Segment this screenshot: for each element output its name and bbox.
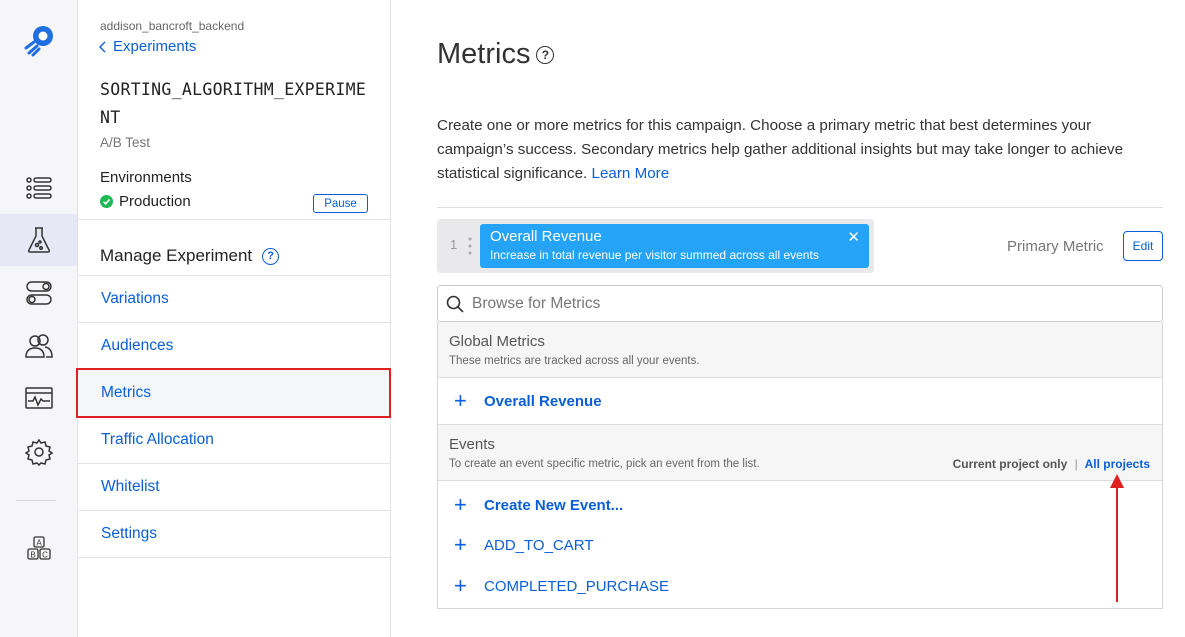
- list-item[interactable]: + ADD_TO_CART: [438, 525, 1162, 565]
- content-divider: [437, 207, 1163, 208]
- filter-all-projects[interactable]: All projects: [1085, 457, 1150, 471]
- close-icon[interactable]: ✕: [847, 228, 860, 246]
- manage-experiment-heading: Manage Experiment ?: [100, 246, 280, 266]
- check-circle-icon: [100, 195, 113, 208]
- create-event-label: Create New Event...: [484, 496, 624, 514]
- project-name: addison_bancroft_backend: [100, 19, 245, 33]
- experiment-sidebar: addison_bancroft_backend Experiments SOR…: [76, 0, 391, 637]
- global-metrics-header: Global Metrics These metrics are tracked…: [438, 322, 1162, 378]
- nav-settings[interactable]: Settings: [78, 511, 390, 558]
- event-label: ADD_TO_CART: [484, 536, 594, 554]
- nav-audiences[interactable]: Audiences: [78, 323, 390, 370]
- toggles-icon[interactable]: [0, 267, 77, 319]
- abc-blocks-icon[interactable]: A B C: [0, 523, 77, 575]
- nav-metrics[interactable]: Metrics: [78, 370, 390, 417]
- edit-button[interactable]: Edit: [1123, 231, 1163, 261]
- main-content: Metrics ? Create one or more metrics for…: [391, 0, 1185, 637]
- metrics-search: [437, 285, 1163, 322]
- manage-label: Manage Experiment: [100, 246, 253, 265]
- list-item[interactable]: + COMPLETED_PURCHASE: [438, 566, 1162, 606]
- plus-icon: +: [454, 492, 467, 517]
- environments-label: Environments: [100, 169, 192, 186]
- search-input[interactable]: [472, 294, 1152, 313]
- help-icon[interactable]: ?: [536, 45, 555, 64]
- primary-metric-label: Primary Metric: [1007, 238, 1104, 255]
- section-subtitle: These metrics are tracked across all you…: [449, 355, 700, 367]
- metric-label: Overall Revenue: [484, 392, 602, 410]
- svg-text:C: C: [42, 551, 48, 560]
- section-title: Events: [449, 436, 495, 453]
- experiment-name: SORTING_ALGORITHM_EXPERIMENT: [100, 80, 367, 127]
- page-title: Metrics ?: [437, 38, 555, 71]
- filter-current-project[interactable]: Current project only: [953, 457, 1068, 471]
- logo-icon[interactable]: [22, 22, 58, 58]
- filter-separator: |: [1074, 457, 1078, 471]
- icon-rail: A B C: [0, 0, 78, 637]
- flask-icon[interactable]: [0, 214, 77, 266]
- metric-index: 1: [450, 237, 458, 252]
- rail-divider: [16, 500, 56, 501]
- sidebar-divider: [78, 219, 390, 220]
- app: A B C addison_bancroft_backend Experimen…: [0, 0, 1185, 637]
- environment-status: Production: [100, 193, 191, 210]
- svg-text:A: A: [36, 539, 42, 548]
- back-label: Experiments: [113, 38, 197, 55]
- audiences-icon[interactable]: [0, 320, 77, 372]
- plus-icon: +: [454, 573, 467, 598]
- primary-metric-slot: 1 Overall Revenue Increase in total reve…: [437, 219, 874, 273]
- drag-handle-icon[interactable]: [467, 236, 473, 256]
- svg-text:B: B: [30, 551, 35, 560]
- experiment-type: A/B Test: [100, 135, 151, 150]
- metrics-dropdown: Global Metrics These metrics are tracked…: [437, 322, 1163, 609]
- chevron-left-icon: [99, 41, 106, 52]
- monitor-icon[interactable]: [0, 372, 77, 424]
- primary-metric-name: Overall Revenue: [490, 228, 602, 245]
- annotation-arrow-icon: [1110, 474, 1124, 602]
- list-item[interactable]: + Overall Revenue: [438, 378, 1162, 425]
- primary-metric-chip[interactable]: Overall Revenue Increase in total revenu…: [480, 224, 869, 268]
- project-filter: Current project only | All projects: [953, 457, 1150, 471]
- nav-variations[interactable]: Variations: [78, 276, 390, 323]
- event-label: COMPLETED_PURCHASE: [484, 577, 670, 595]
- create-event-item[interactable]: + Create New Event...: [438, 485, 1162, 525]
- primary-metric-subtitle: Increase in total revenue per visitor su…: [490, 248, 819, 262]
- pause-button[interactable]: Pause: [313, 194, 368, 213]
- plus-icon: +: [454, 388, 467, 413]
- page-title-text: Metrics: [437, 38, 531, 70]
- section-title: Global Metrics: [449, 333, 545, 350]
- gear-icon[interactable]: [0, 426, 77, 478]
- nav-traffic-allocation[interactable]: Traffic Allocation: [78, 417, 390, 464]
- events-header: Events To create an event specific metri…: [438, 425, 1162, 481]
- environment-name: Production: [119, 193, 191, 210]
- learn-more-link[interactable]: Learn More: [592, 165, 670, 182]
- back-to-experiments-link[interactable]: Experiments: [98, 38, 196, 55]
- list-icon[interactable]: [0, 162, 77, 214]
- plus-icon: +: [454, 532, 467, 557]
- search-icon: [446, 295, 464, 313]
- page-description: Create one or more metrics for this camp…: [437, 114, 1157, 186]
- help-icon[interactable]: ?: [262, 247, 280, 265]
- nav-whitelist[interactable]: Whitelist: [78, 464, 390, 511]
- description-text: Create one or more metrics for this camp…: [437, 117, 1124, 182]
